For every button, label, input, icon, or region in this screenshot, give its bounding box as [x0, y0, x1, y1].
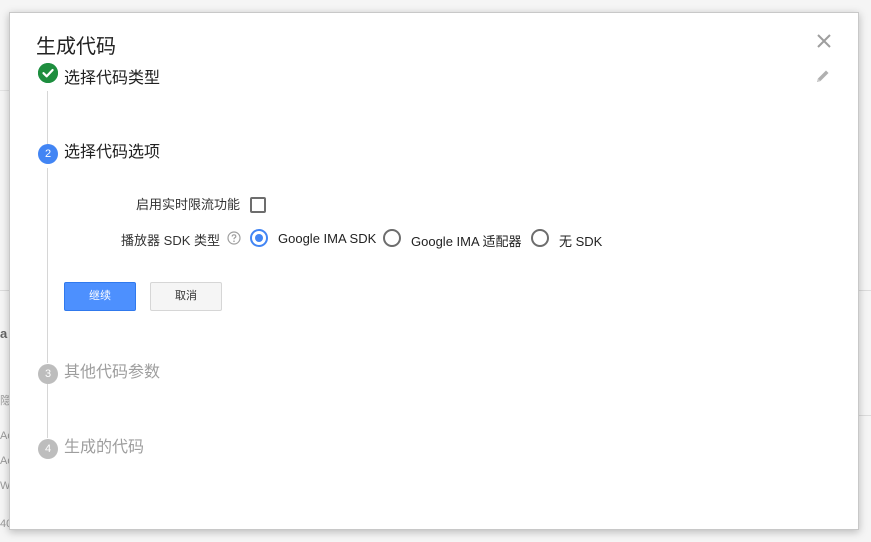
realtime-throttle-label: 启用实时限流功能 — [135, 197, 240, 212]
step-connector — [47, 91, 48, 149]
sdk-radio-label-google-ima-sdk[interactable]: Google IMA SDK — [278, 231, 376, 246]
step-2-title: 选择代码选项 — [64, 144, 161, 161]
background-divider — [0, 90, 9, 91]
cancel-button[interactable]: 取消 — [150, 282, 222, 311]
sdk-radio-no-sdk[interactable] — [531, 229, 549, 247]
realtime-throttle-checkbox[interactable] — [250, 197, 266, 213]
generate-code-dialog: 生成代码 选择代码类型 2 选择代码选项 启用实时限流功能 播放器 SDK 类型 — [9, 12, 859, 530]
step-3-title: 其他代码参数 — [64, 364, 161, 381]
step-2-number: 2 — [38, 144, 58, 164]
dialog-title: 生成代码 — [36, 36, 116, 58]
background-divider — [859, 290, 871, 291]
sdk-radio-google-ima-sdk[interactable] — [250, 229, 268, 247]
close-icon[interactable] — [814, 31, 834, 51]
background-text: a — [0, 326, 8, 341]
sdk-radio-label-no-sdk[interactable]: 无 SDK — [559, 231, 602, 250]
step-connector — [47, 383, 48, 438]
pencil-icon[interactable] — [815, 68, 831, 84]
player-sdk-label: 播放器 SDK 类型 — [121, 233, 220, 248]
step-4-title: 生成的代码 — [64, 439, 145, 456]
background-divider — [859, 415, 871, 416]
help-circle-icon[interactable] — [227, 231, 241, 245]
step-4-number: 4 — [38, 439, 58, 459]
background-divider — [0, 290, 9, 291]
step-1-checkmark-circle-icon — [38, 63, 58, 83]
sdk-radio-label-google-ima-adapter[interactable]: Google IMA 适配器 — [411, 231, 522, 250]
step-1-title[interactable]: 选择代码类型 — [64, 64, 160, 88]
continue-button[interactable]: 继续 — [64, 282, 136, 311]
step-connector — [47, 168, 48, 363]
sdk-radio-google-ima-adapter[interactable] — [383, 229, 401, 247]
step-3-number: 3 — [38, 364, 58, 384]
